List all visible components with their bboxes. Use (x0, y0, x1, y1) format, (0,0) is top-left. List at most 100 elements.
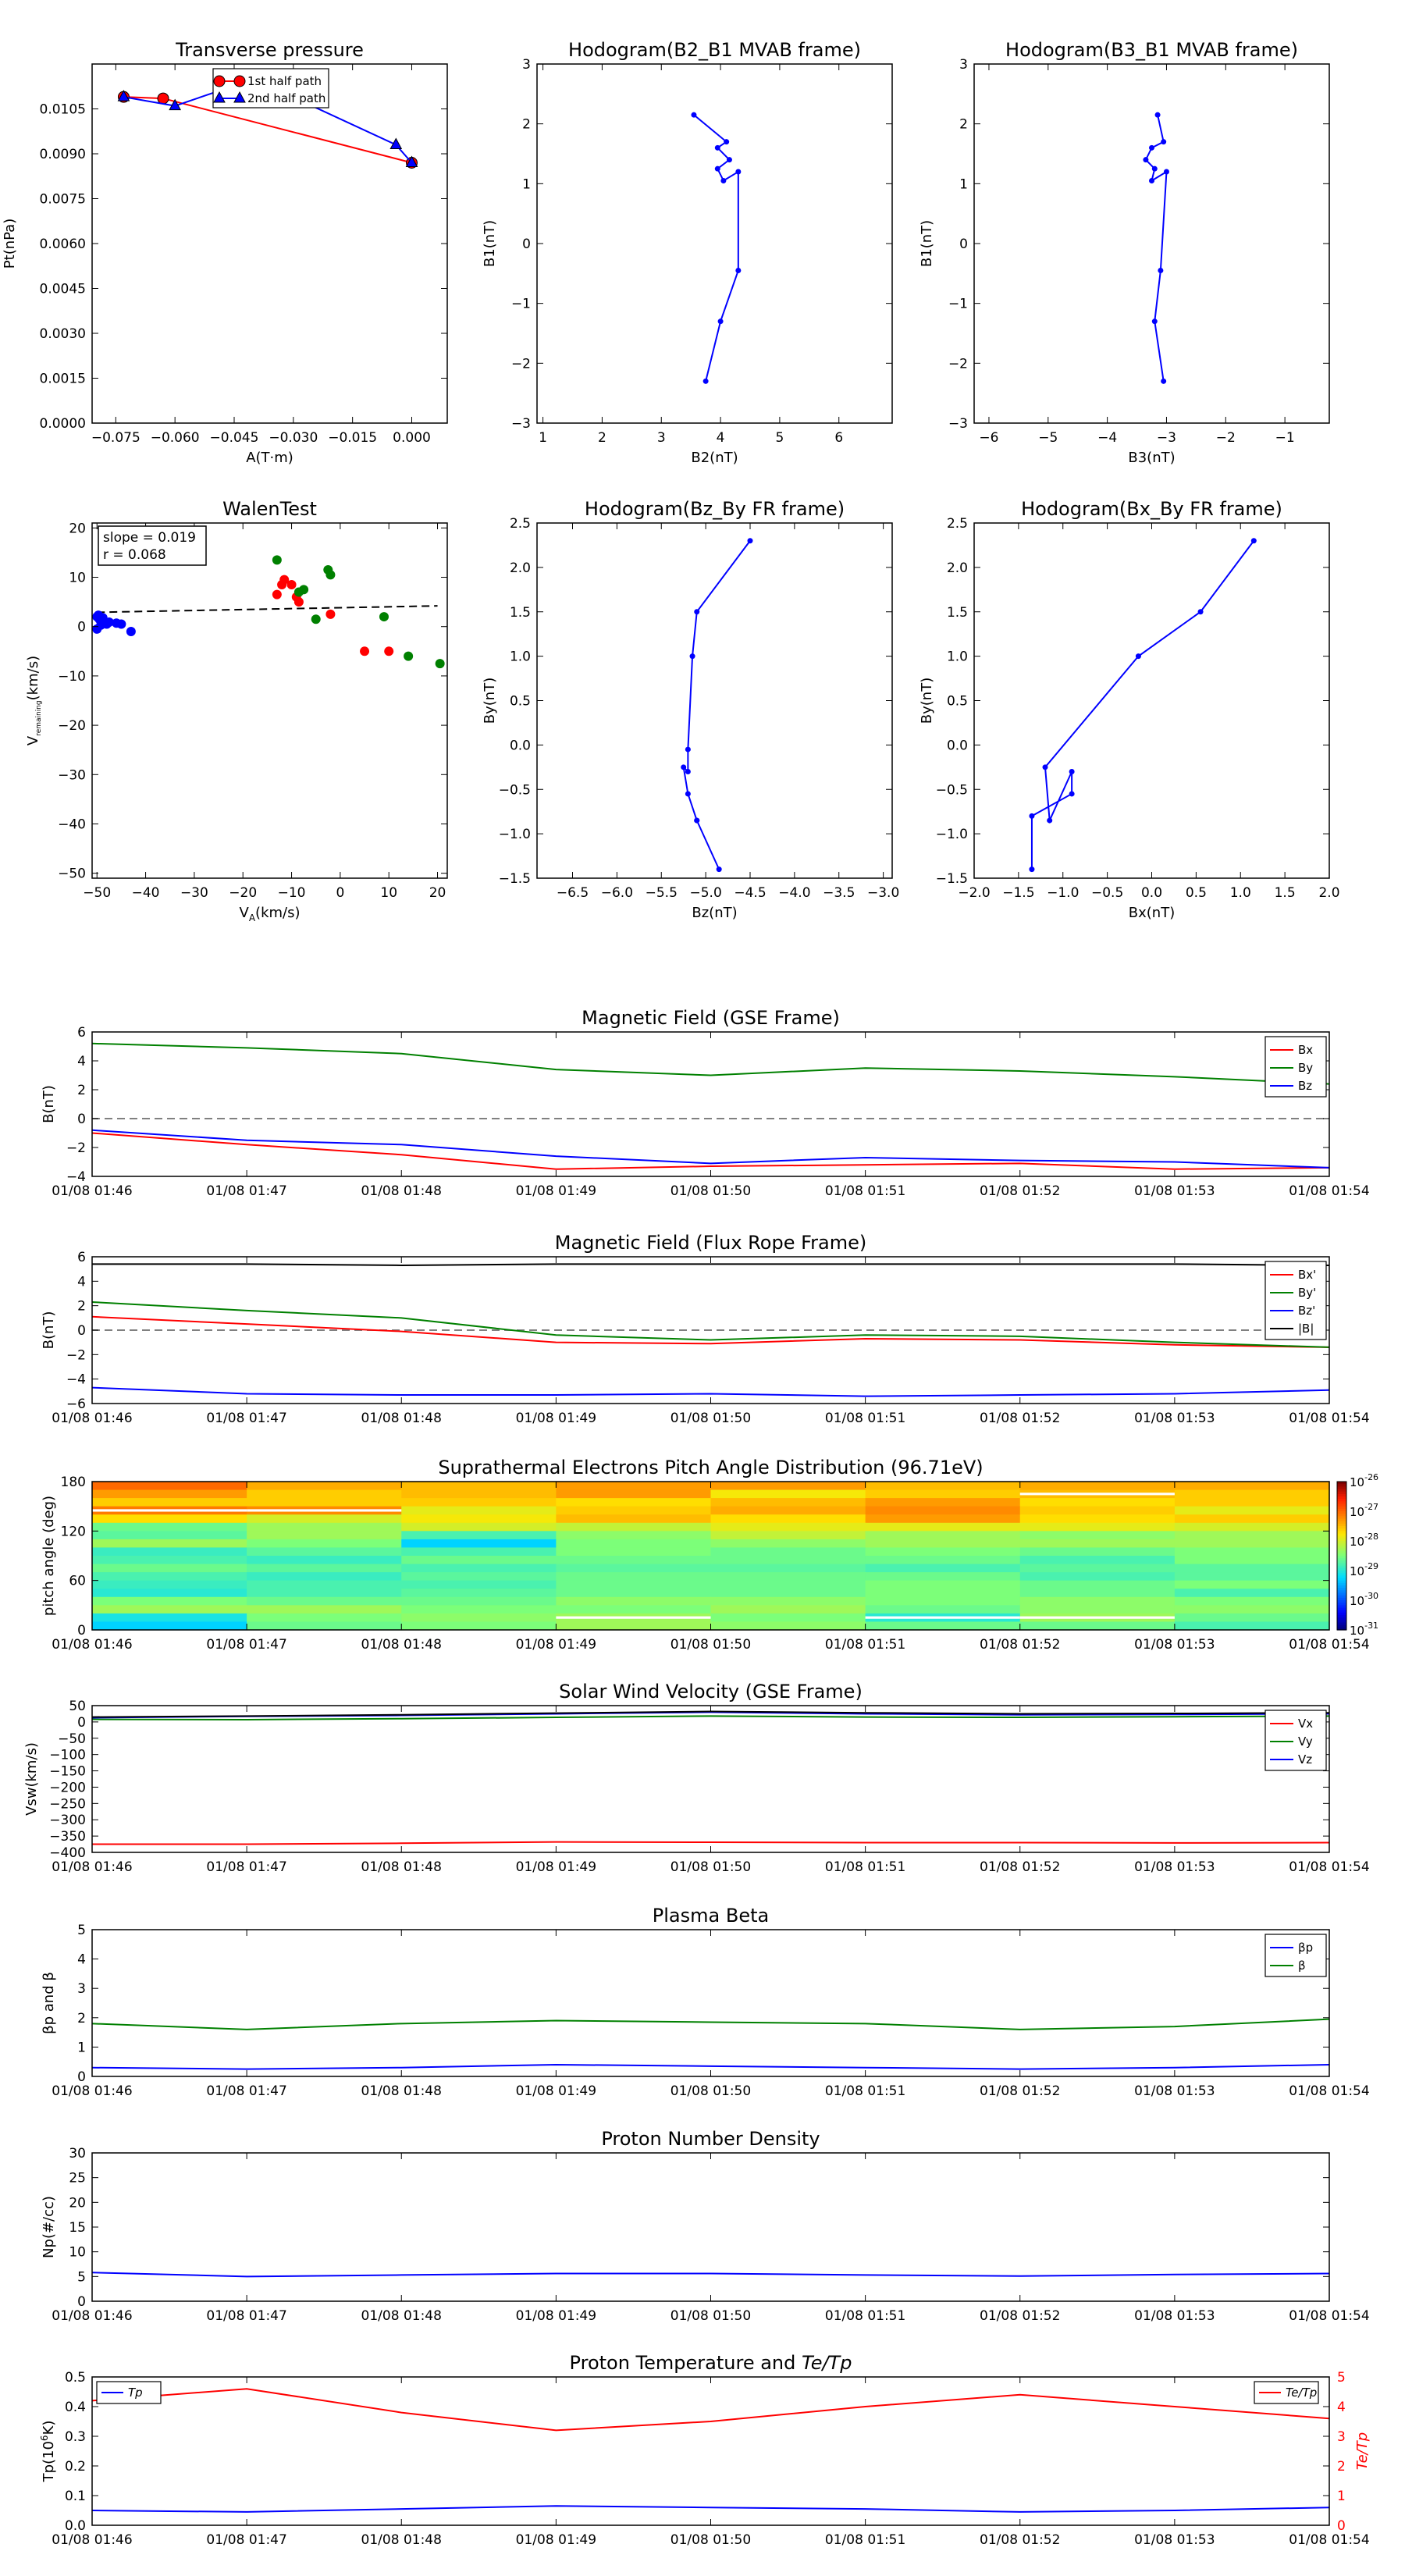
data-point (1149, 144, 1154, 151)
heatmap-cell (401, 1556, 557, 1565)
x-tick-label: 0.0 (1141, 885, 1162, 901)
y-tick-label: −40 (58, 817, 86, 832)
y-tick-label: −200 (49, 1780, 86, 1795)
time-tick-label: 01/08 01:51 (825, 1859, 905, 1875)
x-axis-label: Bx(nT) (1129, 905, 1175, 921)
heatmap-cell (556, 1539, 712, 1549)
colorbar-label: 10-29 (1350, 1561, 1378, 1578)
y-tick-label: 0.0075 (40, 192, 86, 208)
chart-title: WalenTest (222, 498, 317, 520)
heatmap-cell (556, 1489, 712, 1499)
heatmap-cell (92, 1605, 247, 1614)
heatmap-cell (1174, 1482, 1330, 1491)
x-tick-label: −30 (180, 885, 208, 901)
y-tick-label: 2 (522, 117, 531, 133)
y-axis-label: pitch angle (deg) (41, 1496, 57, 1616)
x-tick-label: −1.5 (1002, 885, 1034, 901)
y-tick-label: 180 (61, 1475, 86, 1490)
y-tick-label: −50 (58, 866, 86, 882)
data-point (685, 769, 691, 774)
time-tick-label: 01/08 01:54 (1289, 2532, 1369, 2548)
x-tick-label: −0.045 (210, 430, 259, 446)
data-point (735, 169, 742, 175)
time-tick-label: 01/08 01:49 (516, 2532, 596, 2548)
heatmap-cell (401, 1547, 557, 1557)
heatmap-cell (1019, 1539, 1176, 1549)
time-tick-label: 01/08 01:54 (1289, 1859, 1369, 1875)
y-tick-label: −3 (948, 416, 968, 432)
heatmap-cell (1019, 1580, 1176, 1589)
time-tick-label: 01/08 01:47 (206, 1411, 286, 1426)
scatter-point (311, 614, 321, 624)
time-tick-label: 01/08 01:53 (1134, 2308, 1215, 2324)
time-tick-label: 01/08 01:53 (1134, 1411, 1215, 1426)
y-tick-label: 3 (959, 57, 968, 73)
x-tick-label: −1 (1275, 430, 1295, 446)
heatmap-cell (865, 1547, 1021, 1557)
heatmap-cell (1174, 1621, 1330, 1631)
heatmap-cell (401, 1498, 557, 1507)
scatter-point (116, 619, 126, 629)
time-tick-label: 01/08 01:47 (206, 2083, 286, 2099)
heatmap-cell (1174, 1564, 1330, 1573)
scatter-point (92, 624, 102, 634)
legend-label: Vx (1298, 1717, 1313, 1731)
time-tick-label: 01/08 01:49 (516, 1183, 596, 1199)
scatter-point (286, 579, 297, 589)
heatmap-cell (710, 1605, 866, 1614)
time-tick-label: 01/08 01:49 (516, 1411, 596, 1426)
y-tick-label: 1.5 (510, 605, 531, 621)
heatmap-cell (92, 1498, 247, 1507)
data-point (717, 318, 724, 325)
right-y-axis-label: Te/Tp (1354, 2432, 1371, 2470)
heatmap-cell (710, 1498, 866, 1507)
y-tick-label: 2 (959, 117, 968, 133)
time-tick-label: 01/08 01:49 (516, 2308, 596, 2324)
heatmap-cell (710, 1514, 866, 1524)
time-tick-label: 01/08 01:50 (670, 1637, 751, 1653)
heatmap-cell (401, 1514, 557, 1524)
heatmap-cell (865, 1522, 1021, 1532)
x-tick-label: −40 (132, 885, 160, 901)
time-tick-label: 01/08 01:50 (670, 2532, 751, 2548)
x-tick-label: 2 (598, 430, 606, 446)
time-tick-label: 01/08 01:51 (825, 2532, 905, 2548)
colorbar-label: 10-30 (1350, 1591, 1378, 1608)
y-tick-label: 30 (69, 2146, 86, 2161)
time-tick-label: 01/08 01:49 (516, 1859, 596, 1875)
heatmap-cell (247, 1531, 402, 1540)
x-tick-label: −6.0 (601, 885, 633, 901)
chart-title: Magnetic Field (GSE Frame) (582, 1007, 840, 1029)
y-tick-label: 0.0090 (40, 147, 86, 162)
heatmap-cell (1174, 1531, 1330, 1540)
heatmap-cell (92, 1539, 247, 1549)
data-point (1029, 813, 1035, 819)
x-tick-label: −3 (1157, 430, 1176, 446)
y-tick-label: 0.0015 (40, 372, 86, 387)
time-tick-label: 01/08 01:46 (52, 1859, 132, 1875)
time-tick-label: 01/08 01:50 (670, 2083, 751, 2099)
x-tick-label: −2 (1216, 430, 1236, 446)
data-point (1250, 538, 1257, 544)
x-tick-label: −10 (278, 885, 306, 901)
y-tick-label: 0.0060 (40, 237, 86, 252)
heatmap-cell (247, 1522, 402, 1532)
right-y-tick-label: 0 (1337, 2518, 1346, 2534)
chart-title: Suprathermal Electrons Pitch Angle Distr… (438, 1457, 983, 1478)
heatmap-cell (1019, 1522, 1176, 1532)
y-tick-label: 1 (77, 2040, 86, 2055)
chart-title: Magnetic Field (Flux Rope Frame) (555, 1232, 866, 1254)
x-tick-label: 1 (539, 430, 547, 446)
heatmap-cell (556, 1572, 712, 1582)
y-tick-label: 0 (77, 2294, 86, 2310)
y-axis-label: Vsw(km/s) (23, 1742, 40, 1816)
time-tick-label: 01/08 01:48 (361, 1637, 442, 1653)
y-tick-label: 1.5 (947, 605, 968, 621)
heatmap-cell (556, 1522, 712, 1532)
y-tick-label: −1.0 (936, 827, 968, 842)
heatmap-gap (247, 1509, 402, 1512)
time-tick-label: 01/08 01:52 (980, 1183, 1060, 1199)
y-tick-label: −4 (66, 1372, 86, 1388)
y-tick-label: 5 (77, 1923, 86, 1938)
heatmap-cell (710, 1489, 866, 1499)
